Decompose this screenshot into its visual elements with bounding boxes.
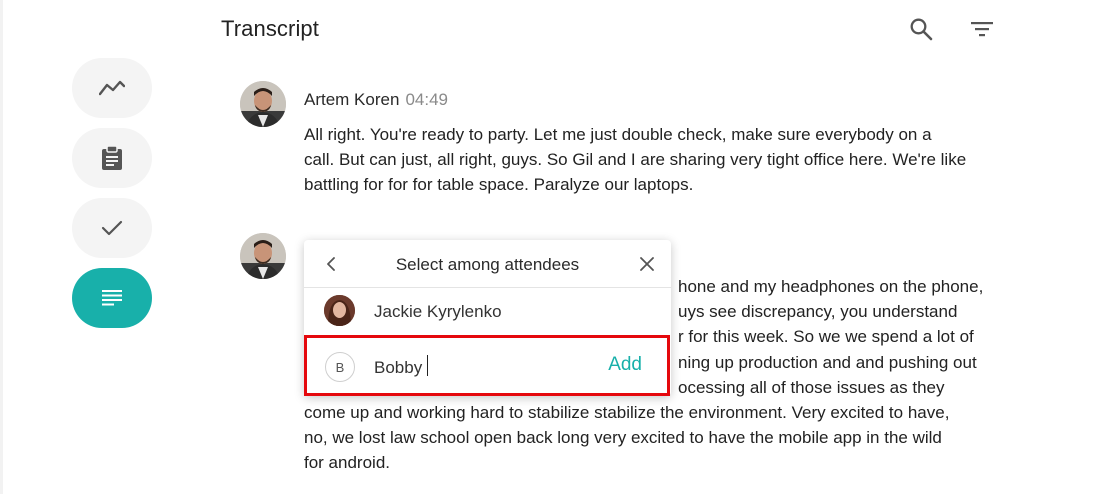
clipboard-icon (102, 145, 122, 170)
attendee-avatar-image (324, 295, 355, 326)
sidebar-nav (72, 58, 152, 338)
message-text: All right. You're ready to party. Let me… (304, 122, 1004, 198)
message-line: come up and working hard to stabilize st… (304, 403, 950, 423)
popup-title: Select among attendees (395, 255, 580, 274)
avatar (240, 233, 286, 279)
add-button[interactable]: Add (608, 354, 642, 376)
message-timestamp[interactable]: 04:49 (405, 90, 448, 109)
avatar (240, 81, 286, 127)
avatar-image (240, 81, 286, 127)
filter-button[interactable] (967, 14, 997, 44)
attendee-option[interactable]: Jackie Kyrylenko (304, 288, 671, 334)
message-line: All right. You're ready to party. Let me… (304, 125, 932, 144)
message-header: Artem Koren 04:49 (304, 90, 448, 110)
transcript-icon (102, 290, 122, 306)
initial-avatar: B (325, 352, 355, 382)
text-cursor (427, 355, 428, 376)
speaker-name[interactable]: Artem Koren (304, 90, 399, 109)
trend-icon (99, 80, 125, 96)
avatar-image (240, 233, 286, 279)
left-edge-divider (0, 0, 3, 494)
attendee-avatar (324, 295, 355, 326)
message-line: battling for for for table space. Paraly… (304, 175, 694, 195)
nav-insights-button[interactable] (72, 58, 152, 118)
check-icon (101, 220, 123, 236)
attendee-name: Jackie Kyrylenko (374, 302, 502, 321)
page-title: Transcript (221, 16, 319, 41)
popup-header: Select among attendees (304, 240, 671, 288)
new-attendee-row: B Add (304, 335, 670, 396)
filter-icon (971, 22, 993, 37)
search-icon (910, 18, 933, 41)
nav-notes-button[interactable] (72, 128, 152, 188)
search-button[interactable] (906, 14, 936, 44)
nav-transcript-button[interactable] (72, 268, 152, 328)
message-line: no, we lost law school open back long ve… (304, 428, 942, 448)
attendee-name-input[interactable] (374, 355, 574, 381)
close-icon (640, 257, 654, 271)
nav-tasks-button[interactable] (72, 198, 152, 258)
message-line: call. But can just, all right, guys. So … (304, 150, 967, 170)
close-button[interactable] (637, 254, 657, 274)
message-line: for android. (304, 453, 390, 473)
